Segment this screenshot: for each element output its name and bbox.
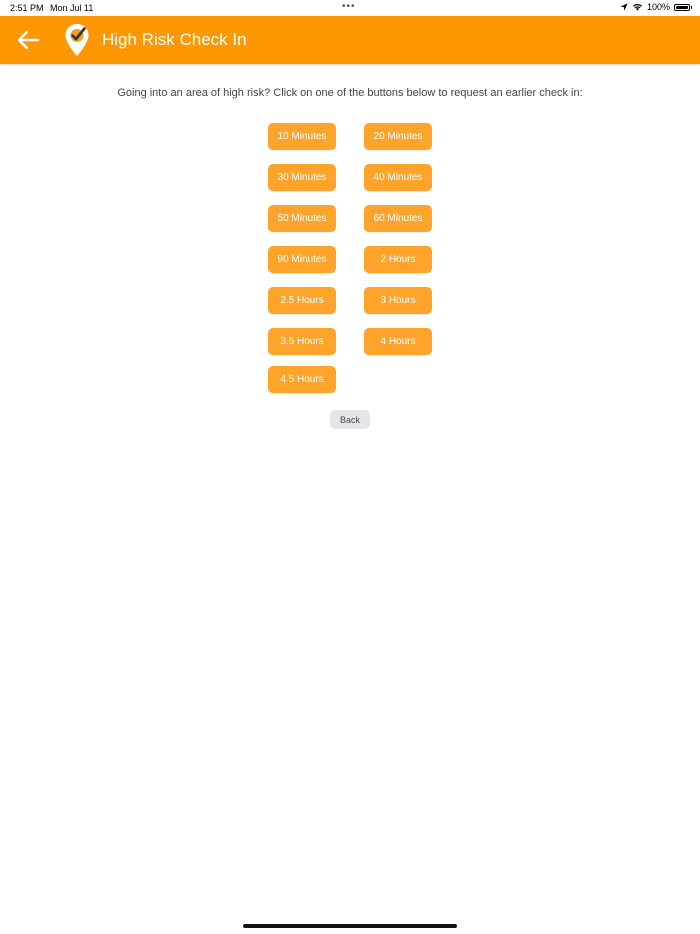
location-pin-check-icon <box>65 24 89 56</box>
check-in-options-grid: 10 Minutes 20 Minutes 30 Minutes 40 Minu… <box>268 123 432 393</box>
option-3-5-hours-button[interactable]: 3.5 Hours <box>268 328 336 355</box>
multitasking-dots-icon[interactable]: ••• <box>342 1 356 12</box>
status-date: Mon Jul 11 <box>50 3 94 13</box>
location-arrow-icon <box>620 3 628 11</box>
status-bar: 2:51 PM Mon Jul 11 ••• 100% <box>0 0 700 16</box>
option-60-minutes-button[interactable]: 60 Minutes <box>364 205 432 232</box>
option-20-minutes-button[interactable]: 20 Minutes <box>364 123 432 150</box>
option-90-minutes-button[interactable]: 90 Minutes <box>268 246 336 273</box>
option-3-hours-button[interactable]: 3 Hours <box>364 287 432 314</box>
option-50-minutes-button[interactable]: 50 Minutes <box>268 205 336 232</box>
option-30-minutes-button[interactable]: 30 Minutes <box>268 164 336 191</box>
status-time: 2:51 PM <box>10 3 44 13</box>
app-bar: High Risk Check In <box>0 16 700 64</box>
arrow-left-icon[interactable] <box>15 28 41 52</box>
option-10-minutes-button[interactable]: 10 Minutes <box>268 123 336 150</box>
option-4-hours-button[interactable]: 4 Hours <box>364 328 432 355</box>
option-4-5-hours-button[interactable]: 4.5 Hours <box>268 366 336 393</box>
option-2-hours-button[interactable]: 2 Hours <box>364 246 432 273</box>
wifi-icon <box>632 3 643 11</box>
battery-percent: 100% <box>646 2 670 12</box>
instruction-text: Going into an area of high risk? Click o… <box>117 87 583 99</box>
option-2-5-hours-button[interactable]: 2.5 Hours <box>268 287 336 314</box>
battery-icon <box>674 3 692 11</box>
back-button[interactable]: Back <box>330 410 370 429</box>
page-title: High Risk Check In <box>102 30 247 49</box>
option-40-minutes-button[interactable]: 40 Minutes <box>364 164 432 191</box>
home-indicator[interactable] <box>243 924 457 928</box>
status-right: 100% <box>620 2 692 12</box>
